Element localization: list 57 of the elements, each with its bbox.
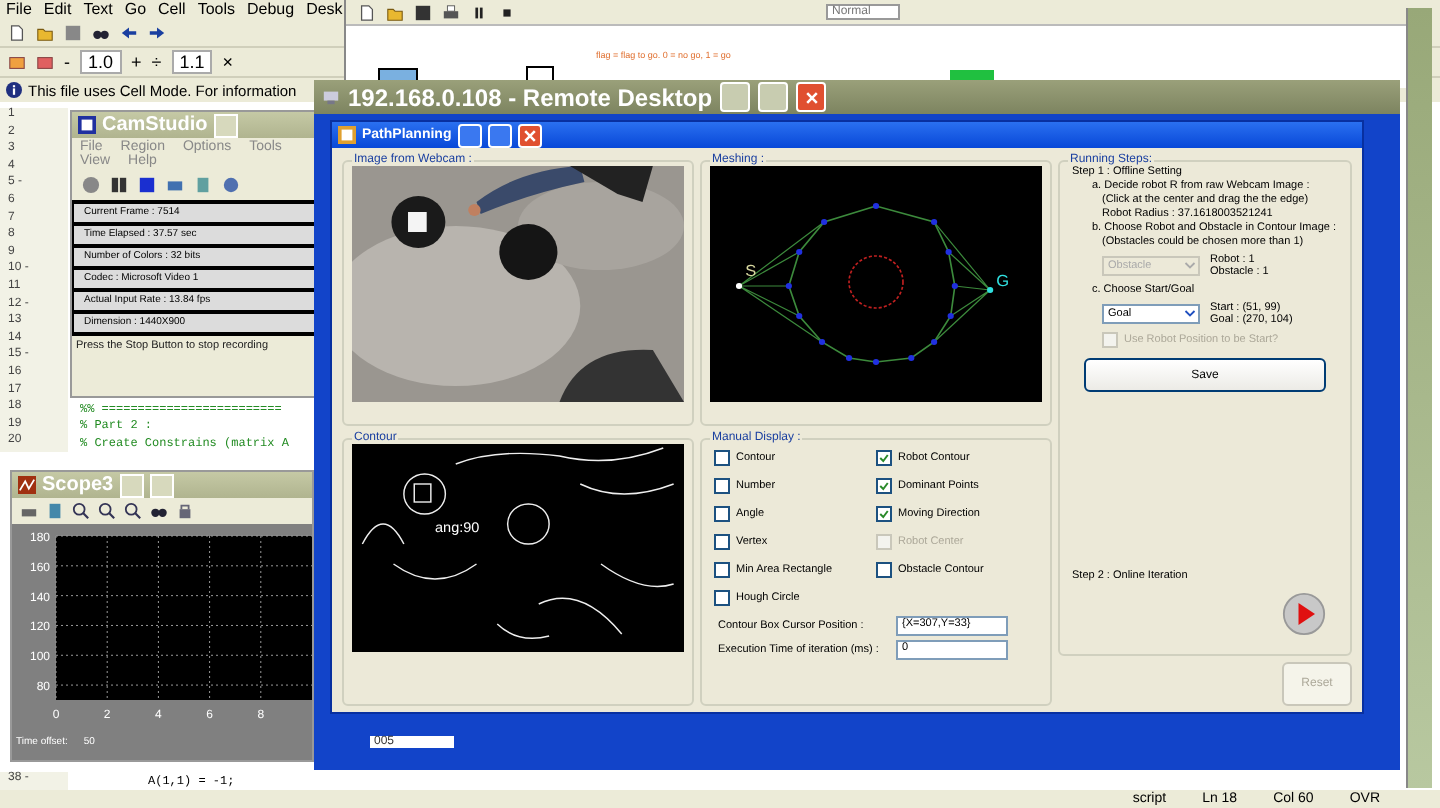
stop-icon[interactable] bbox=[138, 176, 156, 194]
close-button[interactable] bbox=[796, 82, 827, 112]
checkbox[interactable] bbox=[714, 590, 730, 606]
record-icon[interactable] bbox=[82, 176, 100, 194]
close-icon bbox=[803, 89, 820, 105]
pause-icon[interactable] bbox=[470, 3, 488, 21]
window-title: 192.168.0.108 - Remote Desktop bbox=[348, 83, 713, 111]
remote-desktop-icon bbox=[322, 88, 340, 106]
new-file-icon[interactable] bbox=[8, 23, 26, 41]
info-icon bbox=[6, 82, 22, 98]
increment-button[interactable]: × bbox=[222, 52, 234, 72]
number-field[interactable]: 1.0 bbox=[80, 50, 122, 74]
open-folder-icon[interactable] bbox=[386, 3, 404, 21]
increment-button[interactable]: + bbox=[131, 52, 142, 72]
pause-icon[interactable] bbox=[110, 176, 128, 194]
zoom-icon[interactable] bbox=[72, 502, 90, 520]
menu-item[interactable]: Debug bbox=[247, 0, 295, 18]
app-icon bbox=[338, 126, 356, 144]
zoom-icon[interactable] bbox=[98, 502, 116, 520]
scope-app-icon bbox=[18, 476, 36, 494]
close-button[interactable] bbox=[517, 123, 542, 147]
checkbox[interactable] bbox=[714, 478, 730, 494]
checkbox[interactable] bbox=[876, 506, 892, 522]
window-title: Scope3 bbox=[42, 474, 114, 496]
checkbox[interactable] bbox=[876, 450, 892, 466]
window-title: CamStudio bbox=[102, 114, 208, 136]
new-file-icon[interactable] bbox=[358, 3, 376, 21]
close-icon bbox=[521, 127, 538, 143]
scrollbar[interactable] bbox=[1406, 8, 1432, 788]
menu-item[interactable]: Tools bbox=[197, 0, 235, 18]
menu-item[interactable]: Text bbox=[83, 0, 113, 18]
minimize-button[interactable] bbox=[720, 82, 751, 112]
zoom-icon[interactable] bbox=[124, 502, 142, 520]
open-folder-icon[interactable] bbox=[36, 23, 54, 41]
back-arrow-icon[interactable] bbox=[120, 23, 138, 41]
checkbox[interactable] bbox=[714, 534, 730, 550]
menu-item[interactable]: Go bbox=[124, 0, 147, 18]
menu-item[interactable]: Edit bbox=[43, 0, 72, 18]
minimize-button[interactable] bbox=[457, 123, 482, 147]
menu-item[interactable]: Desk bbox=[306, 0, 343, 18]
stop-icon[interactable] bbox=[498, 3, 516, 21]
checkbox[interactable] bbox=[714, 562, 730, 578]
decrement-button[interactable]: - bbox=[64, 52, 70, 72]
play-button-icon[interactable] bbox=[1282, 592, 1326, 636]
checkbox[interactable] bbox=[876, 562, 892, 578]
checkbox[interactable] bbox=[714, 450, 730, 466]
checkbox[interactable] bbox=[876, 478, 892, 494]
lock-icon[interactable] bbox=[176, 502, 194, 520]
maximize-button[interactable] bbox=[487, 123, 512, 147]
camera-app-icon bbox=[78, 116, 96, 134]
checkbox[interactable] bbox=[714, 506, 730, 522]
number-field[interactable]: 1.1 bbox=[171, 50, 213, 74]
menu-item[interactable]: File bbox=[6, 0, 32, 18]
menu-item[interactable]: Cell bbox=[158, 0, 186, 18]
maximize-button[interactable] bbox=[758, 82, 789, 112]
forward-arrow-icon[interactable] bbox=[148, 23, 166, 41]
decrement-button[interactable]: ÷ bbox=[151, 52, 162, 72]
